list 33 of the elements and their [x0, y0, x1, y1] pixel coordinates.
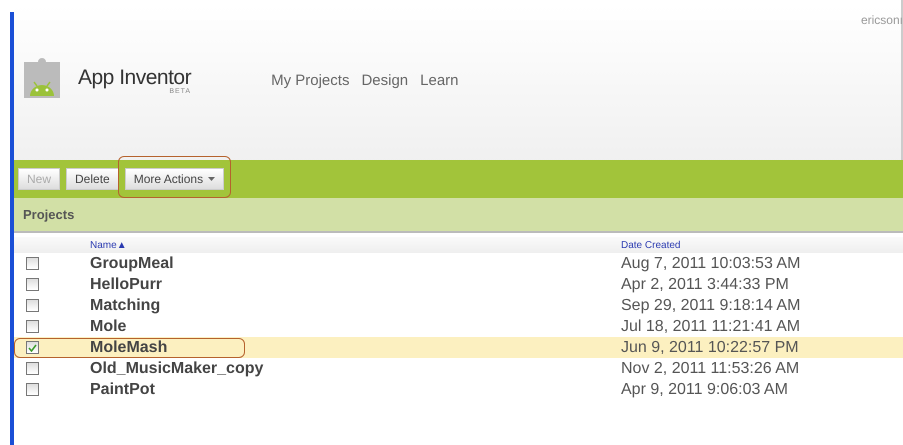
nav-link[interactable]: My Projects [271, 72, 350, 88]
toolbar-button[interactable]: Delete [66, 168, 119, 190]
checkbox[interactable] [26, 320, 39, 333]
date-created: Jul 18, 2011 11:21:41 AM [621, 318, 800, 336]
project-name[interactable]: HelloPurr [90, 276, 162, 294]
date-created: Sep 29, 2011 9:18:14 AM [621, 296, 800, 314]
nav-link[interactable]: Learn [420, 72, 459, 88]
project-name[interactable]: Mole [90, 318, 126, 336]
app-name: App Inventor [78, 66, 192, 88]
date-created: Aug 7, 2011 10:03:53 AM [621, 254, 800, 272]
project-name[interactable]: Old_MusicMaker_copy [90, 360, 264, 378]
checkbox[interactable] [26, 341, 39, 354]
date-created: Jun 9, 2011 10:22:57 PM [621, 338, 799, 356]
nav-link[interactable]: Design [361, 72, 408, 88]
dropdown-button[interactable]: More Actions [124, 168, 224, 190]
checkbox[interactable] [26, 362, 39, 375]
user-name: ericsonı [860, 13, 903, 27]
project-name[interactable]: GroupMeal [90, 254, 174, 272]
checkbox[interactable] [26, 383, 39, 396]
date-created: Nov 2, 2011 11:53:26 AM [621, 360, 800, 378]
column-header[interactable]: Date Created [621, 240, 821, 250]
date-created: Apr 9, 2011 9:06:03 AM [621, 380, 788, 398]
panel-title: Projects [23, 207, 74, 222]
project-name[interactable]: MoleMash [90, 338, 168, 356]
project-name[interactable]: Matching [90, 296, 160, 314]
checkbox[interactable] [26, 257, 39, 270]
date-created: Apr 2, 2011 3:44:33 PM [621, 276, 789, 294]
table-row[interactable]: MoleMash Jun 9, 2011 10:22:57 PM [14, 337, 903, 358]
caret-icon [208, 177, 216, 181]
checkbox[interactable] [26, 278, 39, 291]
checkbox[interactable] [26, 299, 39, 312]
column-header[interactable]: Name▲ [90, 240, 621, 250]
project-name[interactable]: PaintPot [90, 380, 155, 398]
